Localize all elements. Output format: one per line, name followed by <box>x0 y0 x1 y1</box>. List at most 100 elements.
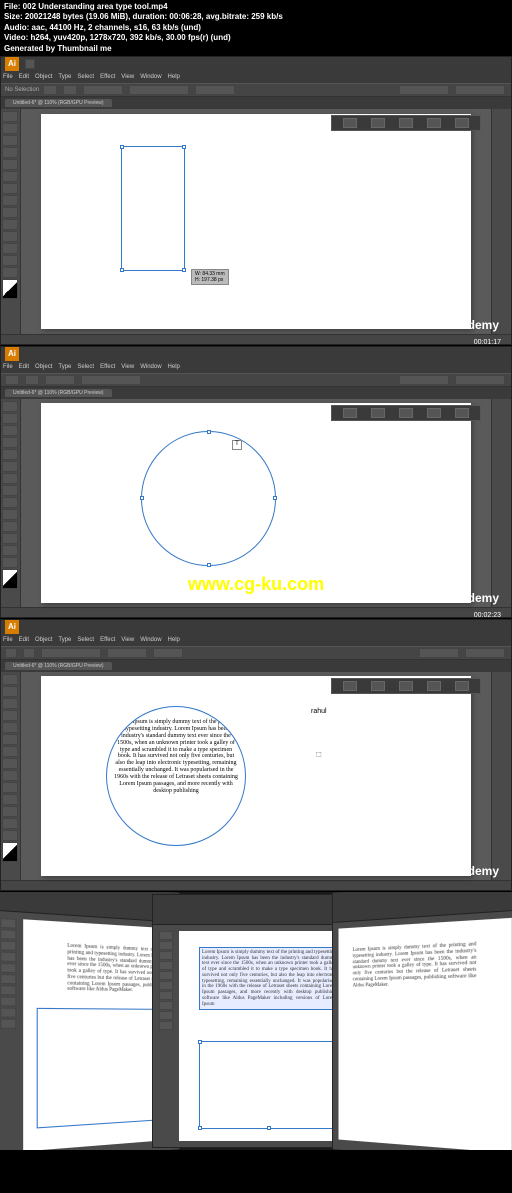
left-toolbar[interactable] <box>157 929 175 1139</box>
stroke-width-dropdown[interactable] <box>45 375 75 385</box>
line-tool-icon[interactable] <box>2 159 18 170</box>
fill-stroke-swatch[interactable] <box>2 569 18 589</box>
left-toolbar[interactable] <box>1 399 21 607</box>
right-panel[interactable] <box>491 109 511 334</box>
artboard[interactable]: W: 84.33 mm H: 197.38 px <box>41 114 471 329</box>
panel-icon[interactable] <box>371 681 385 691</box>
document-tabs[interactable]: Untitled-6* @ 110% (RGB/GPU Preview) <box>1 387 511 399</box>
handle-b[interactable] <box>207 563 211 567</box>
pen-tool-icon[interactable] <box>2 135 18 146</box>
panel-icon[interactable] <box>427 118 441 128</box>
ellipse-tool-icon[interactable] <box>2 461 18 472</box>
rotate-tool-icon[interactable] <box>2 219 18 230</box>
brush-tool-icon[interactable] <box>2 183 18 194</box>
scale-tool-icon[interactable] <box>2 521 18 532</box>
tool-icon[interactable] <box>159 941 173 950</box>
area-type-text[interactable]: Lorem Ipsum is simply dummy text of the … <box>107 707 245 807</box>
zoom-tool-icon[interactable] <box>2 267 18 278</box>
tool-icon[interactable] <box>0 963 16 974</box>
area-type-circle[interactable]: Lorem Ipsum is simply dummy text of the … <box>106 706 246 846</box>
rect-tool-icon[interactable] <box>2 171 18 182</box>
eyedropper-tool-icon[interactable] <box>2 818 18 829</box>
menu-object[interactable]: Object <box>35 364 52 370</box>
canvas-area[interactable]: Lorem Ipsum is simply dummy text of the … <box>21 672 491 880</box>
tool-icon[interactable] <box>159 1021 173 1030</box>
menu-object[interactable]: Object <box>35 74 52 80</box>
stroke-width-dropdown[interactable] <box>83 85 123 95</box>
rotate-tool-icon[interactable] <box>2 782 18 793</box>
canvas-area[interactable]: T www.cg-ku.com <box>21 399 491 607</box>
eraser-tool-icon[interactable] <box>2 207 18 218</box>
tool-icon[interactable] <box>0 1019 16 1029</box>
panel-icon[interactable] <box>371 408 385 418</box>
document-tabs[interactable]: Untitled-6* @ 110% (RGB/GPU Preview) <box>1 97 511 109</box>
selection-tool-icon[interactable] <box>2 674 18 685</box>
handle-bl[interactable] <box>120 268 124 272</box>
tool-icon[interactable] <box>159 1011 173 1020</box>
win-control-icon[interactable] <box>25 59 35 69</box>
zoom-tool-icon[interactable] <box>2 830 18 841</box>
align-panel[interactable] <box>419 648 459 658</box>
document-tabs[interactable]: Untitled-6* @ 110% (RGB/GPU Preview) <box>1 660 511 672</box>
canvas-area[interactable]: W: 84.33 mm H: 197.38 px <box>21 109 491 334</box>
panel-icon[interactable] <box>399 118 413 128</box>
lorem-text[interactable]: Lorem Ipsum is simply dummy text of the … <box>67 943 163 994</box>
tool-icon[interactable] <box>0 1008 16 1018</box>
stroke-swatch[interactable] <box>63 85 77 95</box>
tool-icon[interactable] <box>159 961 173 970</box>
right-panel[interactable] <box>491 672 511 880</box>
eraser-tool-icon[interactable] <box>2 497 18 508</box>
direct-select-tool-icon[interactable] <box>2 123 18 134</box>
panel-icon[interactable] <box>343 118 357 128</box>
tool-icon[interactable] <box>0 918 16 929</box>
menu-help[interactable]: Help <box>168 364 180 370</box>
opacity-field[interactable] <box>81 375 141 385</box>
stroke-swatch[interactable] <box>23 648 35 658</box>
menu-effect[interactable]: Effect <box>100 74 115 80</box>
fill-swatch[interactable] <box>5 648 17 658</box>
handle[interactable] <box>198 1126 202 1130</box>
canvas-center[interactable]: Lorem Ipsum is simply dummy text of the … <box>179 931 345 1141</box>
prefs-button[interactable] <box>455 85 505 95</box>
handle-t[interactable] <box>207 430 211 434</box>
menu-window[interactable]: Window <box>140 74 161 80</box>
pen-tool-icon[interactable] <box>2 425 18 436</box>
scale-tool-icon[interactable] <box>2 794 18 805</box>
font-size-field[interactable] <box>153 648 183 658</box>
panel-icon[interactable] <box>399 408 413 418</box>
tool-icon[interactable] <box>0 985 16 995</box>
panel-icon[interactable] <box>427 681 441 691</box>
panel-icon[interactable] <box>343 681 357 691</box>
handle-br[interactable] <box>182 268 186 272</box>
menu-object[interactable]: Object <box>35 637 52 643</box>
panel-icon[interactable] <box>455 681 469 691</box>
menu-edit[interactable]: Edit <box>19 74 29 80</box>
menu-effect[interactable]: Effect <box>100 364 115 370</box>
menu-view[interactable]: View <box>121 74 134 80</box>
menu-type[interactable]: Type <box>58 364 71 370</box>
transform-panel[interactable] <box>465 648 505 658</box>
type-tool-icon[interactable] <box>2 437 18 448</box>
tool-icon[interactable] <box>0 974 16 984</box>
menu-bar[interactable]: File Edit Object Type Select Effect View… <box>1 361 511 373</box>
opacity-field[interactable] <box>195 85 235 95</box>
lorem-text-selected[interactable]: Lorem Ipsum is simply dummy text of the … <box>199 947 339 1011</box>
direct-select-tool-icon[interactable] <box>2 413 18 424</box>
artboard[interactable]: Lorem Ipsum is simply dummy text of the … <box>41 676 471 876</box>
rotate-tool-icon[interactable] <box>2 509 18 520</box>
direct-select-tool-icon[interactable] <box>2 686 18 697</box>
rect-outline[interactable] <box>37 1008 161 1129</box>
floating-panel[interactable] <box>331 405 481 421</box>
tool-icon[interactable] <box>159 931 173 940</box>
menu-bar[interactable]: File Edit Object Type Select Effect View… <box>1 634 511 646</box>
canvas-right[interactable]: Lorem Ipsum is simply dummy text of the … <box>339 918 512 1150</box>
gradient-tool-icon[interactable] <box>2 243 18 254</box>
eyedropper-tool-icon[interactable] <box>2 255 18 266</box>
menu-file[interactable]: File <box>3 364 13 370</box>
panel-icon[interactable] <box>427 408 441 418</box>
tool-icon[interactable] <box>159 991 173 1000</box>
handle-r[interactable] <box>273 496 277 500</box>
menu-window[interactable]: Window <box>140 364 161 370</box>
drawn-rectangle[interactable] <box>121 146 185 271</box>
type-tool-icon[interactable] <box>2 147 18 158</box>
